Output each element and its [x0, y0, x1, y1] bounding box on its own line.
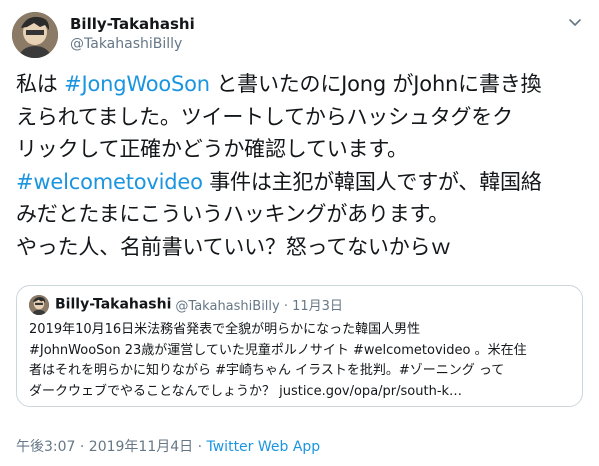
- quoted-line: 者はそれを明らかに知りながら #宇崎ちゃん イラストを批判。#ゾーニング って: [29, 363, 505, 378]
- display-name[interactable]: Billy-Takahashi: [70, 14, 195, 34]
- avatar[interactable]: [12, 12, 58, 58]
- quoted-handle-date: @TakahashiBilly · 11月3日: [175, 299, 343, 314]
- quoted-line: #JohnWooSon 23歳が運営していた児童ポルノサイト #welcomet…: [29, 342, 527, 358]
- timestamp[interactable]: 午後3:07 · 2019年11月4日 ·: [16, 439, 207, 455]
- source-link[interactable]: Twitter Web App: [207, 439, 321, 455]
- quoted-line: ダークウェブでやることなんでしょうか？ justice.gov/opa/pr/s…: [29, 383, 463, 399]
- hashtag-link[interactable]: #welcometovideo: [16, 170, 203, 194]
- quoted-tweet-body: 2019年10月16日米法務省発表で全貌が明らかになった韓国人男性 #JohnW…: [29, 320, 574, 402]
- tweet-line: えられてました。ツイートしてからハッシュタグをク: [16, 101, 588, 134]
- quoted-tweet-header: Billy-Takahashi @TakahashiBilly · 11月3日: [29, 294, 343, 316]
- tweet-meta: 午後3:07 · 2019年11月4日 · Twitter Web App: [16, 436, 320, 456]
- tweet-line: みだとたまにこういうハッキングがあります。: [16, 198, 588, 231]
- tweet-text-segment: やった人、名前書いていい？怒ってないからｗ: [16, 234, 452, 259]
- chevron-down-icon[interactable]: [567, 14, 583, 30]
- tweet-line: リックして正確かどうか確認しています。: [16, 133, 588, 166]
- author-handle[interactable]: @TakahashiBilly: [70, 34, 195, 54]
- author-block: Billy-Takahashi @TakahashiBilly: [70, 14, 195, 54]
- tweet-line: 私は #JongWooSon と書いたのにJong がJohnに書き換: [16, 68, 588, 101]
- hashtag-link[interactable]: #JongWooSon: [64, 72, 210, 96]
- tweet-line: #welcometovideo 事件は主犯が韓国人ですが、韓国絡: [16, 166, 588, 199]
- tweet-text: 私は #JongWooSon と書いたのにJong がJohnに書き換えられてま…: [16, 68, 588, 263]
- tweet-text-segment: 私は: [16, 72, 65, 96]
- tweet-text-segment: みだとたまにこういうハッキングがあります。: [16, 202, 450, 226]
- tweet-text-segment: 事件は主犯が韓国人ですが、韓国絡: [202, 169, 542, 194]
- tweet-text-segment: と書いたのにJong がJohnに書き換: [209, 72, 542, 96]
- quoted-display-name: Billy-Takahashi: [55, 296, 172, 313]
- quoted-line: 2019年10月16日米法務省発表で全貌が明らかになった韓国人男性: [29, 322, 421, 337]
- tweet-line: やった人、名前書いていい？怒ってないからｗ: [16, 231, 588, 264]
- tweet-text-segment: リックして正確かどうか確認しています。: [16, 137, 408, 161]
- tweet-header: Billy-Takahashi @TakahashiBilly: [12, 12, 587, 60]
- avatar-image: [12, 12, 58, 58]
- quoted-avatar: [29, 294, 49, 315]
- quoted-tweet[interactable]: Billy-Takahashi @TakahashiBilly · 11月3日 2…: [16, 285, 583, 407]
- tweet-text-segment: えられてました。ツイートしてからハッシュタグをク: [16, 104, 513, 129]
